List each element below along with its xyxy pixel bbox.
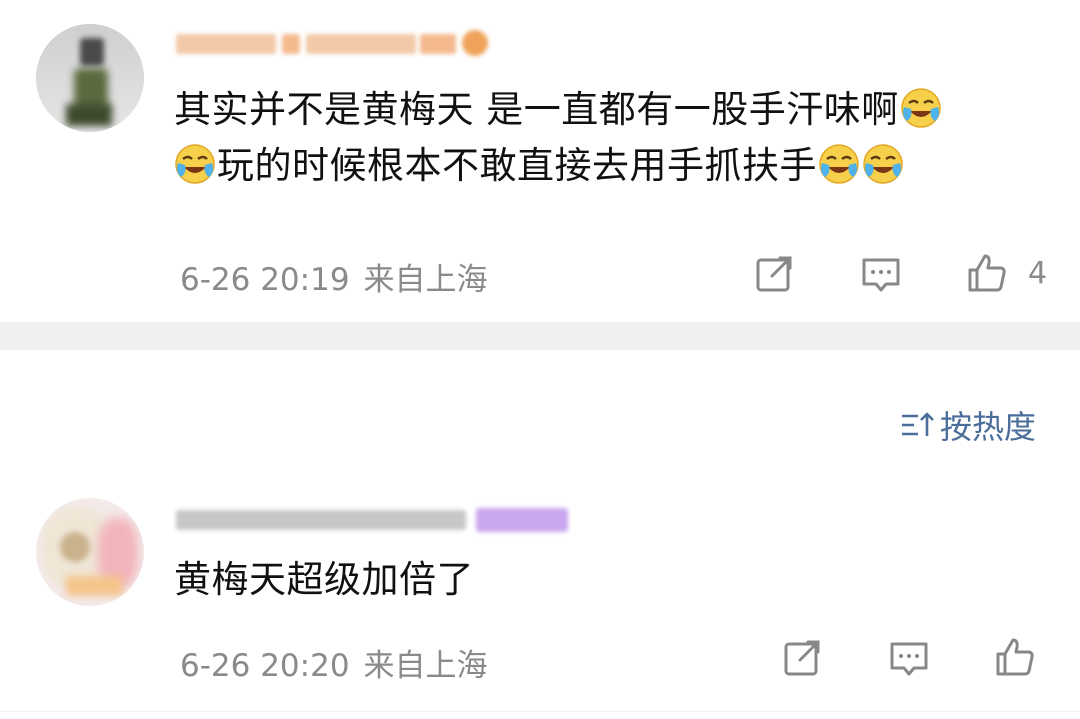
comment-location: 来自上海 bbox=[363, 648, 488, 684]
comment-time: 6-26 20:20 bbox=[180, 648, 350, 684]
section-divider bbox=[0, 322, 1080, 350]
sort-label: 按热度 bbox=[939, 408, 1036, 446]
laugh-cry-emoji-icon bbox=[901, 88, 941, 128]
sort-icon bbox=[901, 412, 934, 436]
comment-line: 其实并不是黄梅天 是一直都有一股手汗味啊 bbox=[174, 88, 899, 131]
laugh-cry-emoji-icon bbox=[175, 144, 215, 184]
avatar[interactable] bbox=[36, 24, 144, 132]
comment-line: 玩的时候根本不敢直接去用手抓扶手 bbox=[217, 144, 817, 187]
username-blurred[interactable] bbox=[176, 30, 488, 58]
comment-item: 黄梅天超级加倍了 6-26 20:20 来自上海 bbox=[0, 490, 1080, 712]
comment-meta: 6-26 20:20 来自上海 bbox=[180, 640, 502, 685]
laugh-cry-emoji-icon bbox=[819, 144, 859, 184]
comment-time: 6-26 20:19 bbox=[180, 262, 350, 298]
comment-text: 黄梅天超级加倍了 bbox=[174, 552, 474, 608]
comment-item: 其实并不是黄梅天 是一直都有一股手汗味啊 玩的时候根本不敢直接去用手抓扶手 6-… bbox=[0, 0, 1080, 322]
divider bbox=[0, 711, 1080, 712]
sort-toggle[interactable]: 按热度 bbox=[900, 402, 1036, 448]
comment-icon[interactable] bbox=[888, 638, 930, 680]
comment-location: 来自上海 bbox=[363, 262, 488, 298]
laugh-cry-emoji-icon bbox=[863, 144, 903, 184]
avatar[interactable] bbox=[36, 498, 144, 606]
comment-text: 其实并不是黄梅天 是一直都有一股手汗味啊 玩的时候根本不敢直接去用手抓扶手 bbox=[174, 82, 943, 194]
share-icon[interactable] bbox=[782, 638, 824, 680]
comment-icon[interactable] bbox=[860, 254, 902, 296]
share-icon[interactable] bbox=[754, 254, 796, 296]
comment-meta: 6-26 20:19 来自上海 bbox=[180, 254, 502, 299]
thumbs-up-icon[interactable] bbox=[966, 252, 1008, 294]
thumbs-up-icon[interactable] bbox=[994, 636, 1036, 678]
username-blurred[interactable] bbox=[176, 506, 576, 534]
comment-line: 黄梅天超级加倍了 bbox=[174, 558, 474, 601]
like-count: 4 bbox=[1028, 256, 1048, 291]
